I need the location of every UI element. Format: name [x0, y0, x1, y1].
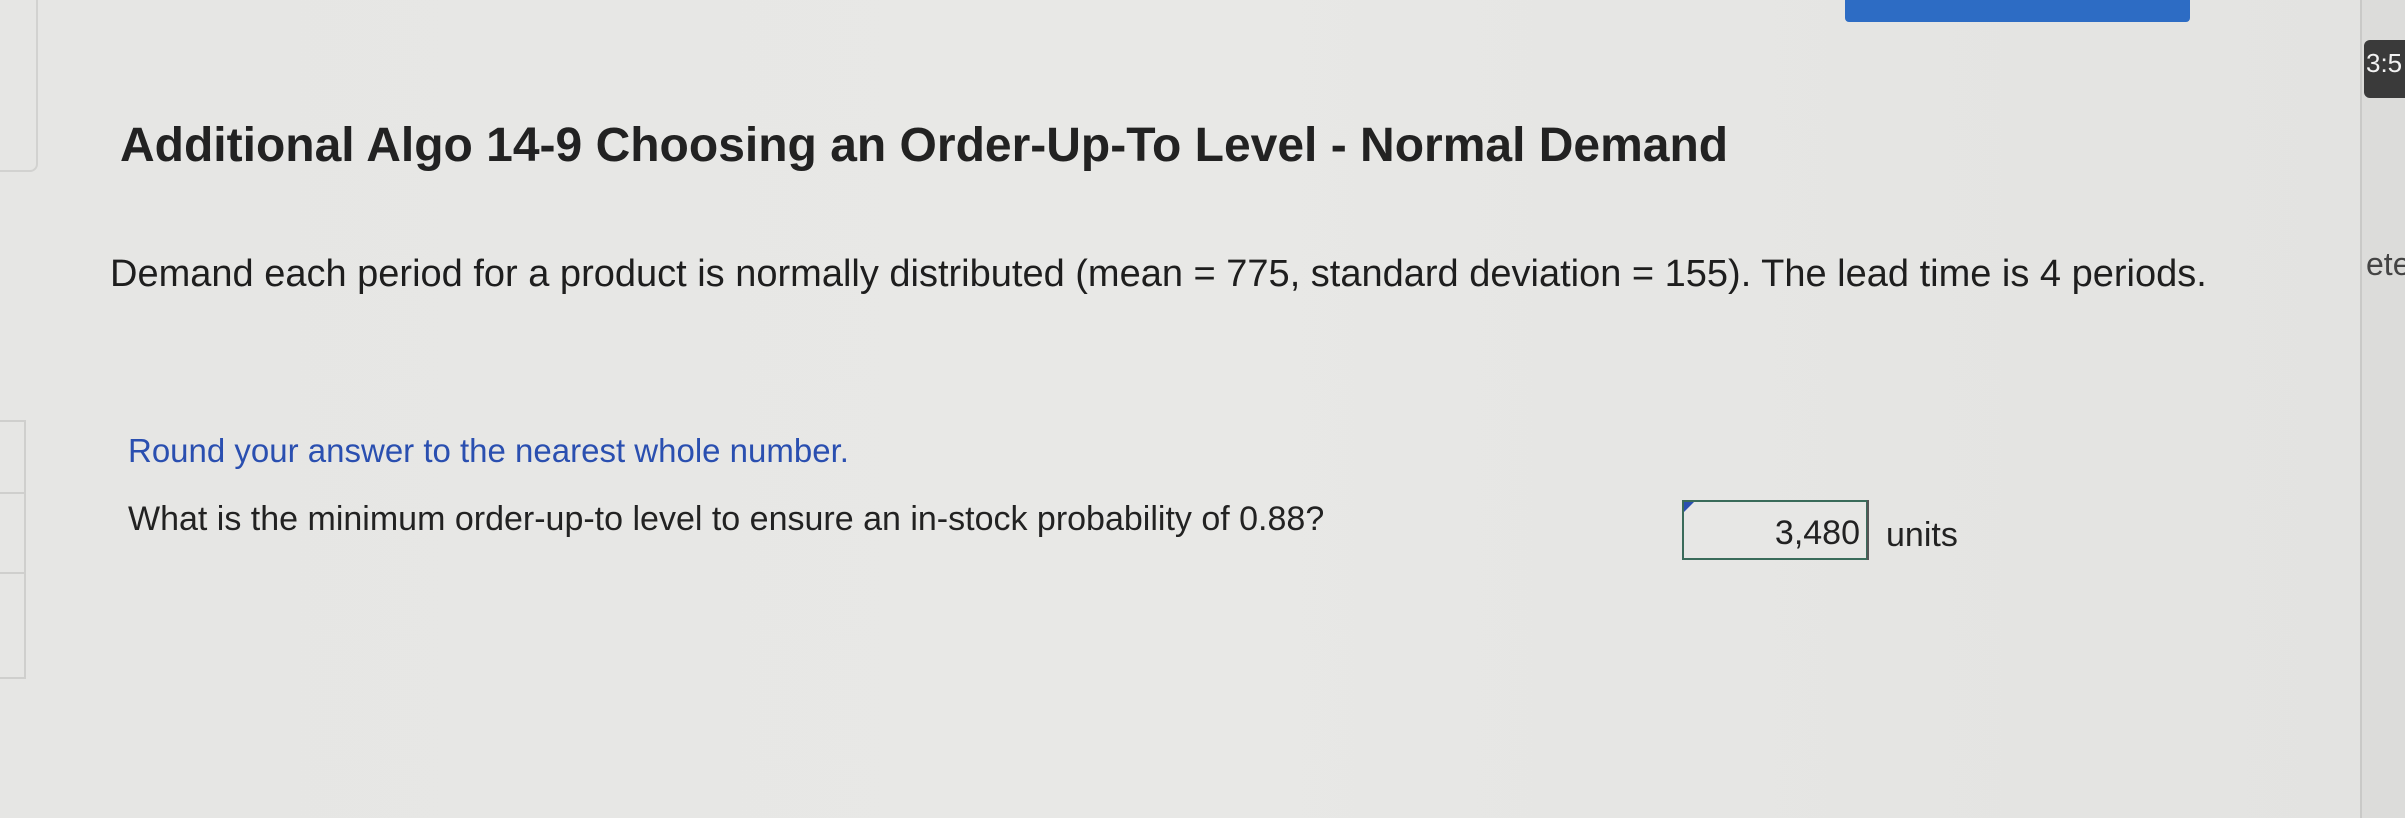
answer-divider	[1867, 500, 1869, 560]
complete-label[interactable]: ete	[2366, 246, 2405, 283]
left-nav-divider	[0, 572, 24, 574]
left-nav-edge[interactable]	[0, 420, 26, 679]
timer-badge: 3:5	[2364, 40, 2405, 98]
answer-input[interactable]: 3,480	[1682, 500, 1868, 560]
answer-value[interactable]: 3,480	[1775, 514, 1860, 553]
page-title: Additional Algo 14-9 Choosing an Order-U…	[120, 119, 1729, 172]
top-action-bar[interactable]	[1845, 0, 2190, 22]
question-page: Additional Algo 14-9 Choosing an Order-U…	[0, 0, 2360, 818]
answer-units: units	[1886, 516, 1958, 554]
question-text: What is the minimum order-up-to level to…	[128, 500, 1325, 538]
right-sidebar	[2360, 0, 2405, 818]
left-panel-edge	[0, 0, 38, 172]
answer-marker-icon	[1684, 502, 1694, 512]
problem-statement: Demand each period for a product is norm…	[110, 253, 2207, 295]
left-nav-divider	[0, 492, 24, 494]
timer-text: 3:5	[2366, 48, 2403, 78]
rounding-instruction: Round your answer to the nearest whole n…	[128, 432, 849, 469]
